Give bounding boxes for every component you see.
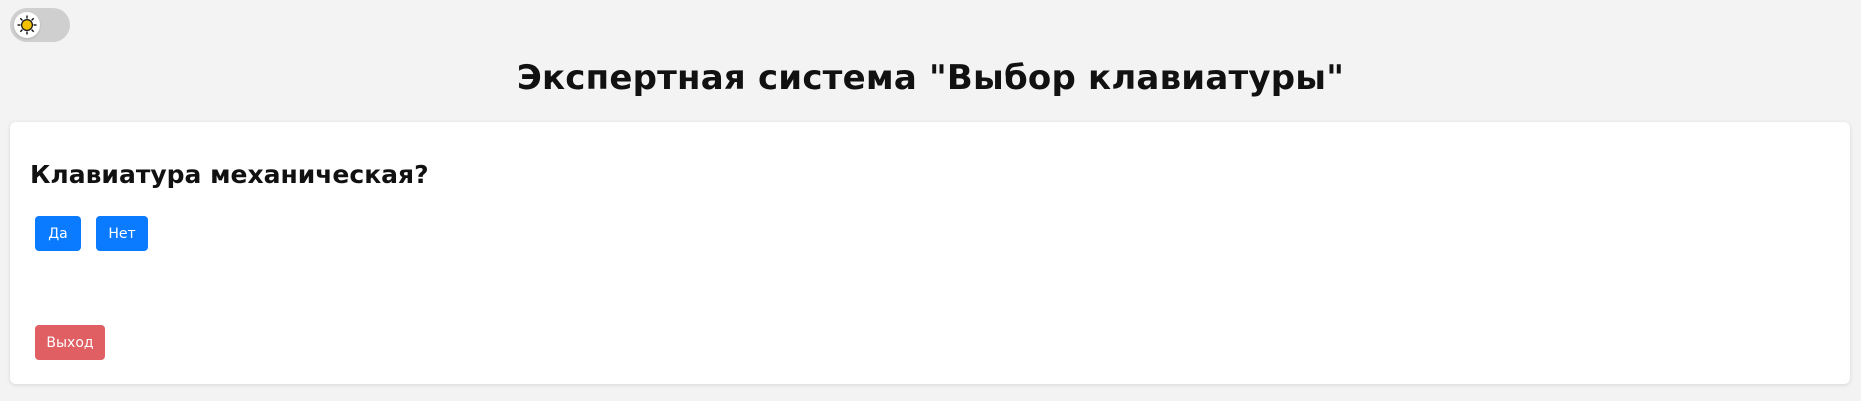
question-text: Клавиатура механическая? [30,160,429,189]
sun-icon [17,15,37,35]
exit-button[interactable]: Выход [35,325,105,360]
theme-toggle-knob[interactable] [14,12,40,38]
page-title: Экспертная система "Выбор клавиатуры" [516,58,1345,98]
no-button[interactable]: Нет [96,216,148,251]
question-card: Клавиатура механическая? Да Нет Выход [10,122,1850,384]
yes-button[interactable]: Да [35,216,81,251]
theme-toggle[interactable] [10,8,70,42]
